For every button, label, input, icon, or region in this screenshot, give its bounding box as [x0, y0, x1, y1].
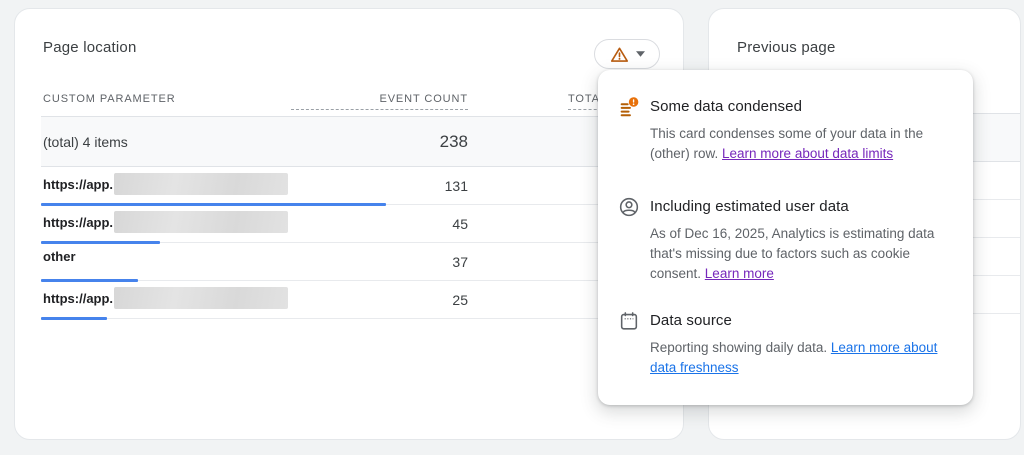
redacted-text-block [114, 211, 288, 233]
total-row-label: (total) 4 items [43, 134, 128, 150]
row-value: 37 [291, 254, 468, 270]
data-quality-button[interactable] [594, 39, 660, 69]
row-value: 25 [291, 292, 468, 308]
table-row: other 37 [41, 243, 663, 281]
total-row: (total) 4 items 238 [41, 117, 663, 167]
table-row: https://app. 25 [41, 281, 663, 319]
column-header-event-count[interactable]: EVENT COUNT [291, 93, 468, 110]
redacted-text-block [114, 173, 288, 195]
table-row: https://app. 45 [41, 205, 663, 243]
warning-triangle-icon [610, 46, 629, 63]
popover-section-body: Reporting showing daily data. Learn more… [650, 338, 949, 378]
popover-section-body: This card condenses some of your data in… [650, 124, 949, 164]
account-circle-icon [618, 196, 640, 218]
table-header-row: CUSTOM PARAMETER EVENT COUNT TOTAL [41, 87, 663, 117]
popover-section-body: As of Dec 16, 2025, Analytics is estimat… [650, 224, 949, 284]
event-count-table: CUSTOM PARAMETER EVENT COUNT TOTAL (tota… [41, 87, 663, 319]
value-bar [41, 317, 107, 320]
popover-section-title: Including estimated user data [650, 196, 949, 215]
redacted-text-block [114, 287, 288, 309]
total-row-value: 238 [291, 132, 468, 152]
card-title: Previous page [737, 39, 836, 56]
row-label: other [43, 249, 76, 264]
card-title: Page location [43, 39, 137, 56]
popover-section-data-source: Data source Reporting showing daily data… [618, 310, 949, 378]
calendar-icon [618, 310, 640, 332]
row-label: https://app. [43, 177, 113, 192]
column-header-custom-parameter: CUSTOM PARAMETER [43, 93, 176, 105]
learn-more-estimation-link[interactable]: Learn more [705, 266, 774, 281]
row-value: 45 [291, 216, 468, 232]
row-value: 131 [291, 178, 468, 194]
table-row: https://app. 131 [41, 167, 663, 205]
row-label: https://app. [43, 291, 113, 306]
condensed-data-alert-icon [618, 96, 640, 118]
chevron-down-icon [636, 51, 645, 57]
popover-section-title: Some data condensed [650, 96, 949, 115]
popover-section-estimated-user-data: Including estimated user data As of Dec … [618, 196, 949, 284]
data-quality-popover: Some data condensed This card condenses … [598, 70, 973, 405]
page-location-card: Page location CUSTOM PARAMETER EVENT COU… [14, 8, 684, 440]
popover-section-data-condensed: Some data condensed This card condenses … [618, 96, 949, 164]
popover-section-title: Data source [650, 310, 949, 329]
learn-more-data-limits-link[interactable]: Learn more about data limits [722, 146, 893, 161]
row-label: https://app. [43, 215, 113, 230]
page: Page location CUSTOM PARAMETER EVENT COU… [0, 0, 1024, 455]
